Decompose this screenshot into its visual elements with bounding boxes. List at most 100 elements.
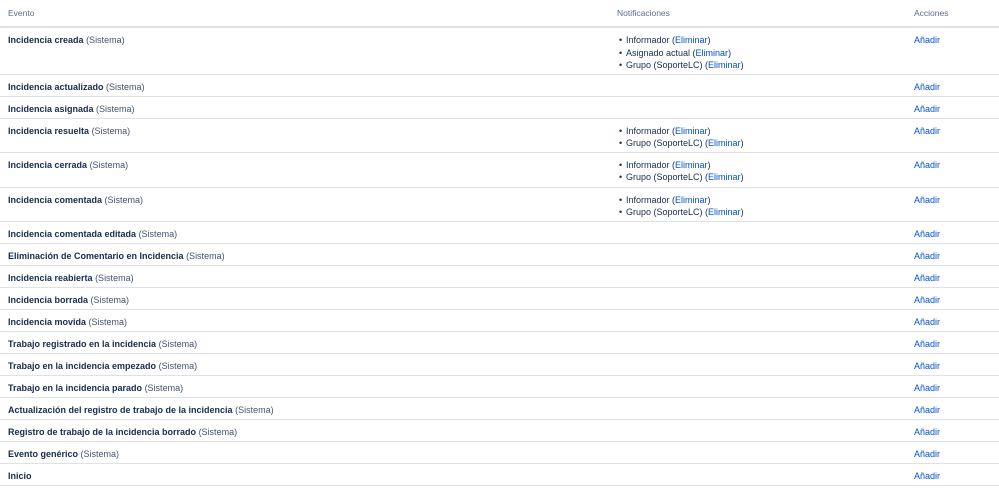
event-scope: (Sistema) bbox=[186, 250, 225, 261]
actions-cell: Añadir bbox=[906, 331, 999, 354]
notifications-cell bbox=[609, 331, 906, 354]
table-row: Incidencia movida (Sistema) Añadir bbox=[0, 309, 999, 332]
event-name: Incidencia resuelta bbox=[8, 125, 90, 136]
notification-list: • Informador (Eliminar) • Grupo (SoporteLC)… bbox=[617, 125, 906, 150]
add-notification-link[interactable]: Añadir bbox=[914, 361, 940, 371]
remove-notification-link[interactable]: Eliminar bbox=[708, 172, 741, 182]
event-scope: (Sistema) bbox=[86, 35, 125, 45]
add-notification-link[interactable]: Añadir bbox=[914, 195, 940, 205]
event-scope: (Sistema) bbox=[198, 426, 238, 437]
notification-recipient: Informador bbox=[626, 35, 670, 45]
add-notification-link[interactable]: Añadir bbox=[914, 126, 940, 136]
remove-notification-link[interactable]: Eliminar bbox=[696, 48, 729, 58]
actions-cell: Añadir bbox=[906, 375, 999, 398]
add-notification-link[interactable]: Añadir bbox=[914, 317, 940, 327]
notification-recipient: Informador bbox=[626, 194, 670, 205]
bullet-icon: • bbox=[619, 60, 623, 70]
event-name: Incidencia asignada bbox=[8, 103, 94, 114]
bullet-icon: • bbox=[619, 159, 623, 170]
add-notification-link[interactable]: Añadir bbox=[914, 295, 940, 305]
notification-list: • Informador (Eliminar) • Grupo (SoporteLC)… bbox=[617, 159, 906, 184]
notification-recipient: Grupo (SoporteLC) bbox=[626, 207, 703, 217]
event-name: Evento genérico bbox=[8, 448, 79, 459]
event-cell: Inicio bbox=[0, 463, 609, 486]
add-notification-link[interactable]: Añadir bbox=[914, 229, 940, 239]
event-scope: (Sistema) bbox=[80, 448, 120, 459]
bullet-icon: • bbox=[619, 207, 623, 217]
add-notification-link[interactable]: Añadir bbox=[914, 82, 940, 92]
table-row: Incidencia comentada (Sistema) • Informado… bbox=[0, 187, 999, 222]
notifications-cell bbox=[609, 309, 906, 332]
remove-notification-link[interactable]: Eliminar bbox=[708, 60, 741, 70]
list-item: • Grupo (SoporteLC) (Eliminar) bbox=[619, 60, 744, 70]
actions-cell: Añadir bbox=[906, 265, 999, 288]
event-cell: Actualización del registro de trabajo de… bbox=[0, 397, 609, 420]
event-name: Actualización del registro de trabajo de… bbox=[8, 404, 233, 415]
add-notification-link[interactable]: Añadir bbox=[914, 383, 940, 393]
event-name: Incidencia comentada bbox=[8, 194, 103, 205]
remove-notification-link[interactable]: Eliminar bbox=[675, 126, 708, 136]
notifications-cell bbox=[609, 221, 906, 244]
add-notification-link[interactable]: Añadir bbox=[914, 405, 940, 415]
notification-recipient: Grupo (SoporteLC) bbox=[626, 138, 703, 148]
add-notification-link[interactable]: Añadir bbox=[914, 251, 940, 261]
table-row: Incidencia asignada (Sistema) Añadir bbox=[0, 96, 999, 119]
notifications-cell bbox=[609, 265, 906, 288]
actions-cell: Añadir bbox=[906, 27, 999, 75]
table-row: Trabajo registrado en la incidencia (Sis… bbox=[0, 331, 999, 354]
remove-notification-link[interactable]: Eliminar bbox=[675, 160, 708, 170]
notifications-cell bbox=[609, 375, 906, 398]
add-notification-link[interactable]: Añadir bbox=[914, 104, 940, 114]
event-scope: (Sistema) bbox=[90, 294, 130, 305]
bullet-icon: • bbox=[619, 194, 623, 205]
event-cell: Trabajo en la incidencia empezado (Siste… bbox=[0, 353, 609, 376]
actions-cell: Añadir bbox=[906, 287, 999, 310]
notifications-cell bbox=[609, 243, 906, 266]
event-name: Eliminación de Comentario en Incidencia bbox=[8, 250, 184, 261]
add-notification-link[interactable]: Añadir bbox=[914, 35, 940, 45]
actions-cell: Añadir bbox=[906, 74, 999, 97]
event-name: Inicio bbox=[8, 470, 32, 481]
actions-cell: Añadir bbox=[906, 463, 999, 486]
remove-notification-link[interactable]: Eliminar bbox=[708, 138, 741, 148]
event-name: Incidencia comentada editada bbox=[8, 228, 137, 239]
event-cell: Incidencia movida (Sistema) bbox=[0, 309, 609, 332]
column-header-actions: Acciones bbox=[906, 0, 999, 28]
add-notification-link[interactable]: Añadir bbox=[914, 471, 940, 481]
notifications-cell: • Informador (Eliminar) • Grupo (SoporteLC)… bbox=[609, 118, 906, 153]
event-name: Incidencia movida bbox=[8, 316, 87, 327]
event-scope: (Sistema) bbox=[106, 81, 145, 92]
add-notification-link[interactable]: Añadir bbox=[914, 449, 940, 459]
actions-cell: Añadir bbox=[906, 118, 999, 153]
bullet-icon: • bbox=[619, 172, 623, 182]
notifications-cell bbox=[609, 419, 906, 442]
table-row: Incidencia resuelta (Sistema) • Informador… bbox=[0, 118, 999, 153]
bullet-icon: • bbox=[619, 35, 623, 45]
actions-cell: Añadir bbox=[906, 243, 999, 266]
notification-recipient: Asignado actual bbox=[626, 47, 691, 58]
actions-cell: Añadir bbox=[906, 419, 999, 442]
notification-list: • Informador (Eliminar) • Asignado actual (… bbox=[617, 34, 906, 72]
add-notification-link[interactable]: Añadir bbox=[914, 427, 940, 437]
notifications-cell: • Informador (Eliminar) • Grupo (SoporteLC)… bbox=[609, 187, 906, 222]
event-cell: Incidencia comentada editada (Sistema) bbox=[0, 221, 609, 244]
notifications-cell: • Informador (Eliminar) • Asignado actual (… bbox=[609, 27, 906, 75]
event-scope: (Sistema) bbox=[158, 360, 198, 371]
table-header-row: Evento Notificaciones Acciones bbox=[0, 0, 999, 28]
remove-notification-link[interactable]: Eliminar bbox=[675, 35, 708, 45]
event-scope: (Sistema) bbox=[91, 125, 131, 136]
add-notification-link[interactable]: Añadir bbox=[914, 339, 940, 349]
add-notification-link[interactable]: Añadir bbox=[914, 273, 940, 283]
event-name: Trabajo registrado en la incidencia bbox=[8, 338, 157, 349]
list-item: • Informador (Eliminar) bbox=[619, 125, 711, 136]
event-name: Incidencia reabierta bbox=[8, 272, 93, 283]
notifications-cell bbox=[609, 397, 906, 420]
remove-notification-link[interactable]: Eliminar bbox=[675, 195, 708, 205]
remove-notification-link[interactable]: Eliminar bbox=[708, 207, 741, 217]
notifications-cell bbox=[609, 441, 906, 464]
notifications-cell bbox=[609, 463, 906, 486]
event-cell: Incidencia actualizado (Sistema) bbox=[0, 74, 609, 97]
table-row: Trabajo en la incidencia empezado (Siste… bbox=[0, 353, 999, 376]
table-row: Inicio Añadir bbox=[0, 463, 999, 486]
add-notification-link[interactable]: Añadir bbox=[914, 160, 940, 170]
